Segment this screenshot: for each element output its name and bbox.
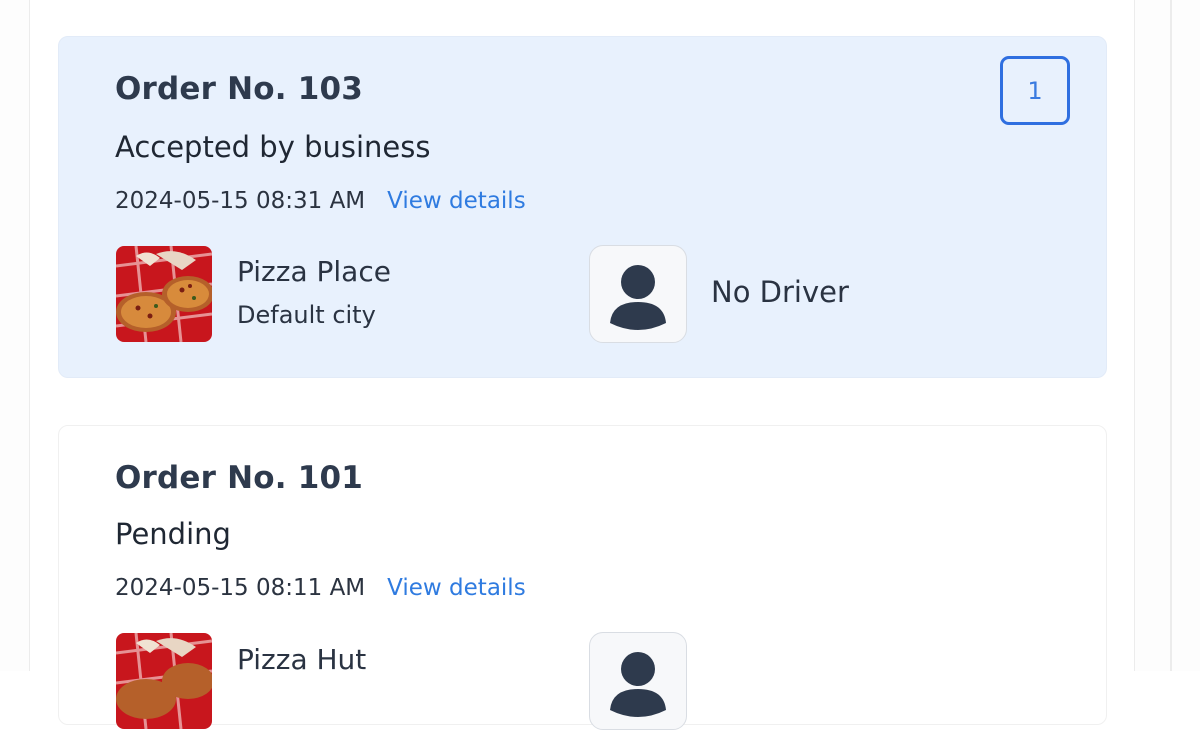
business-image (116, 633, 212, 729)
order-datetime-row: 2024-05-15 08:31 AM View details (115, 188, 526, 214)
order-card-selected[interactable]: Order No. 103 1 Accepted by business 202… (58, 36, 1107, 378)
business-city: Default city (237, 301, 376, 329)
order-status: Accepted by business (115, 130, 431, 164)
order-status: Pending (115, 517, 231, 551)
order-card[interactable]: Order No. 101 Pending 2024-05-15 08:11 A… (58, 425, 1107, 730)
business-name: Pizza Hut (237, 643, 367, 676)
order-datetime-row: 2024-05-15 08:11 AM View details (115, 575, 526, 601)
pizza-photo-icon (116, 633, 212, 729)
pizza-photo-icon (116, 246, 212, 342)
right-divider (1170, 0, 1172, 671)
business-image (116, 246, 212, 342)
view-details-link[interactable]: View details (387, 575, 526, 601)
order-datetime: 2024-05-15 08:31 AM (115, 188, 366, 214)
driver-name: No Driver (711, 275, 849, 309)
driver-avatar (589, 632, 687, 730)
user-silhouette-icon (610, 265, 666, 330)
user-silhouette-icon (610, 652, 666, 717)
view-details-link[interactable]: View details (387, 188, 526, 214)
order-datetime: 2024-05-15 08:11 AM (115, 575, 366, 601)
app-frame: Order No. 103 1 Accepted by business 202… (0, 0, 1200, 730)
order-title: Order No. 101 (115, 460, 364, 496)
order-count-badge[interactable]: 1 (1000, 56, 1070, 125)
order-title: Order No. 103 (115, 71, 364, 107)
business-name: Pizza Place (237, 255, 391, 288)
driver-avatar (589, 245, 687, 343)
